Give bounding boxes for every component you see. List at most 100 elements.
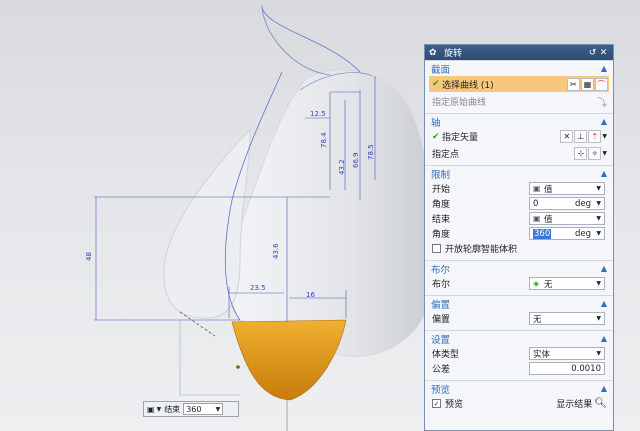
close-icon[interactable]: ✕ [598,48,609,58]
preview-label: 预览 [445,400,464,410]
chevron-up-icon[interactable]: ▲ [601,299,607,308]
offset-row: 偏置 无 ▼ [425,311,613,326]
axis-section-header[interactable]: 轴 ▲ [425,113,613,129]
end-label: 结束 [432,215,451,225]
settings-section-header[interactable]: 设置 ▲ [425,330,613,346]
chevron-up-icon[interactable]: ▲ [601,384,607,393]
sketch-icon[interactable]: ▦ [581,77,594,91]
boolean-none-icon: ◈ [533,279,540,288]
boolean-select[interactable]: ◈ 无 ▼ [529,277,605,290]
boolean-value: 无 [544,279,553,290]
section-title: 轴 [431,117,441,129]
preview-section-header[interactable]: 预览 ▲ [425,380,613,396]
start-angle-label: 角度 [432,200,451,210]
chevron-down-icon: ▼ [596,350,601,357]
dropdown-arrow-icon[interactable]: ▼ [157,406,162,413]
end-angle-label: 角度 [432,230,451,240]
dim-label[interactable]: 78.5 [367,144,375,160]
section-title: 设置 [431,334,451,346]
start-angle-row: 角度 0 deg ▼ [425,196,613,211]
show-result-button[interactable]: 显示结果 🔍︎ [556,397,607,410]
specify-vector-row[interactable]: ✔ 指定矢量 ✕ ⊥ ⇡ ▼ [425,129,613,144]
checkmark-icon: ✔ [432,131,440,142]
dim-label[interactable]: 66.9 [352,152,360,168]
vector-dialog-icon[interactable]: ⊥ [574,130,588,143]
body-type-value: 实体 [533,349,551,360]
vector-options-icon[interactable]: ⇡ [588,130,602,143]
section-section-header[interactable]: 截面 ▲ [425,60,613,76]
dim-label[interactable]: 43.2 [338,159,346,175]
start-angle-value: 0 [533,198,539,209]
reverse-direction-icon[interactable]: ✕ [560,130,574,143]
point-dialog-icon[interactable]: ⊹ [574,147,588,160]
offset-select[interactable]: 无 ▼ [529,312,605,325]
revolved-body-shape [230,69,435,357]
section-title: 限制 [431,169,451,181]
end-angle-value: 360 [533,228,552,239]
specify-point-row[interactable]: 指定点 ⊹ ✧ ▼ [425,146,613,161]
dim-label[interactable]: 12.5 [310,110,326,118]
body-type-label: 体类型 [432,350,460,360]
circle-outline [261,4,331,76]
reset-icon[interactable]: ↺ [587,48,598,58]
chevron-down-icon[interactable]: ▼ [602,133,607,140]
chevron-down-icon: ▼ [596,315,601,322]
dim-label[interactable]: 48 [85,252,93,261]
start-type-select[interactable]: ▣ 值 ▼ [529,182,605,195]
section-title: 布尔 [431,264,451,276]
specify-origin-curve-label: 指定原始曲线 [432,98,487,108]
chevron-down-icon[interactable]: ▼ [216,406,221,413]
dim-label[interactable]: 78.4 [320,132,328,148]
start-type-value: 值 [544,184,553,195]
mini-toolbar-input[interactable]: 360 ▼ [183,403,224,415]
origin-curve-icon[interactable]: ⤵ [597,94,607,109]
open-profile-label: 开放轮廓智能体积 [445,245,518,255]
chevron-up-icon[interactable]: ▲ [601,169,607,178]
offset-section-header[interactable]: 偏置 ▲ [425,295,613,311]
tolerance-row: 公差 0.0010 [425,361,613,376]
start-angle-input[interactable]: 0 deg ▼ [529,197,605,210]
tolerance-input[interactable]: 0.0010 [529,362,605,375]
preview-checkbox[interactable]: ✓ [432,399,441,408]
chevron-down-icon: ▼ [596,215,601,222]
section-title: 预览 [431,384,451,396]
gear-icon[interactable]: ✿ [429,48,441,58]
dim-label[interactable]: 43.6 [272,243,280,259]
tolerance-value: 0.0010 [571,363,601,374]
chevron-down-icon[interactable]: ▼ [596,230,601,237]
left-lobe-shape [163,128,251,319]
select-curve-row[interactable]: ✔ 选择曲线 (1) ✂ ▦ ⌒ [429,76,609,92]
chevron-up-icon[interactable]: ▲ [601,117,607,126]
end-type-select[interactable]: ▣ 值 ▼ [529,212,605,225]
specify-point-label: 指定点 [432,150,460,160]
chevron-down-icon[interactable]: ▼ [602,150,607,157]
curve-icon[interactable]: ⌒ [595,77,608,91]
value-type-icon[interactable]: ▣ [147,405,155,414]
end-angle-input[interactable]: 360 deg ▼ [529,227,605,240]
body-type-select[interactable]: 实体 ▼ [529,347,605,360]
open-profile-row[interactable]: 开放轮廓智能体积 [425,241,613,256]
curve-rule-icon[interactable]: ✂ [567,77,580,91]
offset-value: 无 [533,314,542,325]
chevron-up-icon[interactable]: ▲ [601,264,607,273]
dialog-titlebar[interactable]: ✿ 旋转 ↺ ✕ [425,45,613,60]
chevron-up-icon[interactable]: ▲ [601,64,607,73]
boolean-label: 布尔 [432,280,451,290]
point-snap-icon[interactable]: ✧ [588,147,602,160]
chevron-down-icon[interactable]: ▼ [596,200,601,207]
chevron-down-icon: ▼ [596,185,601,192]
checkmark-icon: ✔ [432,79,440,89]
end-type-value: 值 [544,214,553,225]
section-title: 截面 [431,64,451,76]
open-profile-checkbox[interactable] [432,244,441,253]
chevron-up-icon[interactable]: ▲ [601,334,607,343]
boolean-section-header[interactable]: 布尔 ▲ [425,260,613,276]
specify-origin-curve-row[interactable]: 指定原始曲线 ⤵ [425,94,613,109]
limits-section-header[interactable]: 限制 ▲ [425,165,613,181]
revolve-dialog: ✿ 旋转 ↺ ✕ 截面 ▲ ✔ 选择曲线 (1) ✂ ▦ ⌒ 指定原始曲线 ⤵ … [424,44,614,431]
start-label: 开始 [432,185,451,195]
offset-label: 偏置 [432,315,451,325]
dim-label[interactable]: 23.5 [250,284,266,292]
dim-label[interactable]: 16 [306,291,315,299]
magnifier-icon[interactable]: 🔍︎ [594,398,607,409]
